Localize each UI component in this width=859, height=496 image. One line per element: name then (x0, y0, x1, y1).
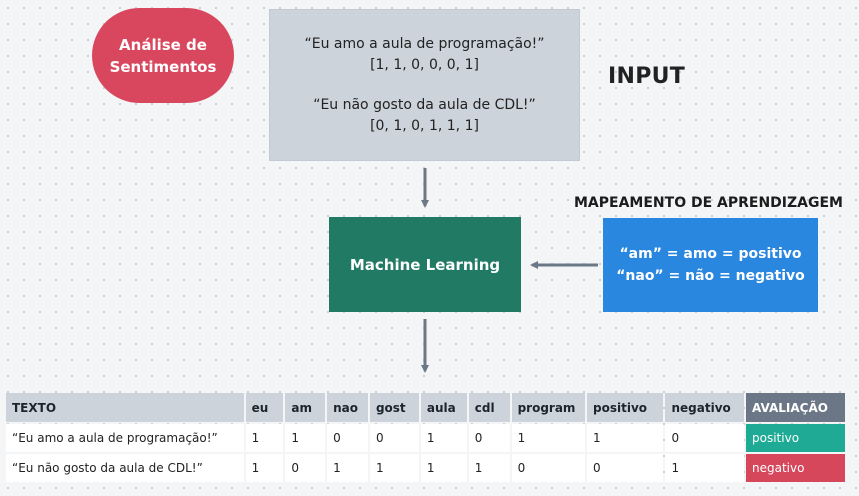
cell-eu: 1 (245, 424, 284, 452)
cell-gost: 1 (369, 454, 419, 482)
cell-am: 0 (285, 454, 326, 482)
header-positivo: positivo (587, 393, 664, 422)
input-sentence-2: “Eu não gosto da aula de CDL!” (313, 96, 536, 113)
mapping-title: MAPEAMENTO DE APRENDIZAGEM (574, 195, 843, 211)
header-texto: TEXTO (6, 393, 244, 422)
cell-cdl: 1 (468, 454, 510, 482)
cell-aula: 1 (420, 424, 467, 452)
cell-nao: 0 (327, 424, 368, 452)
input-examples-box: “Eu amo a aula de programação!” [1, 1, 0… (269, 9, 580, 161)
machine-learning-label: Machine Learning (349, 255, 501, 274)
cell-cdl: 0 (468, 424, 510, 452)
cell-positivo: 0 (587, 454, 664, 482)
table-row: “Eu não gosto da aula de CDL!” 1 0 1 1 1… (6, 454, 845, 482)
cell-aula: 1 (420, 454, 467, 482)
cell-texto: “Eu amo a aula de programação!” (6, 424, 244, 452)
header-program: program (511, 393, 585, 422)
header-cdl: cdl (468, 393, 510, 422)
cell-program: 1 (511, 424, 585, 452)
header-eu: eu (245, 393, 284, 422)
header-am: am (285, 393, 326, 422)
cell-avaliacao-positivo: positivo (746, 424, 845, 452)
mapping-line-2: “nao” = não = negativo (616, 268, 805, 284)
table-header-row: TEXTO eu am nao gost aula cdl program po… (6, 393, 845, 422)
cell-negativo: 0 (665, 424, 745, 452)
cell-negativo: 1 (665, 454, 745, 482)
header-aula: aula (420, 393, 467, 422)
cell-am: 1 (285, 424, 326, 452)
cell-nao: 1 (327, 454, 368, 482)
input-vector-2: [0, 1, 0, 1, 1, 1] (370, 117, 479, 134)
input-title: INPUT (608, 64, 686, 89)
cell-eu: 1 (245, 454, 284, 482)
mapping-line-1: “am” = amo = positivo (619, 246, 802, 262)
mapping-box: “am” = amo = positivo “nao” = não = nega… (603, 218, 818, 312)
header-nao: nao (327, 393, 368, 422)
cell-avaliacao-negativo: negativo (746, 454, 845, 482)
input-vector-1: [1, 1, 0, 0, 0, 1] (370, 56, 479, 73)
sentiment-analysis-badge: Análise de Sentimentos (92, 8, 234, 103)
header-gost: gost (369, 393, 419, 422)
input-sentence-1: “Eu amo a aula de programação!” (304, 35, 545, 52)
cell-program: 0 (511, 454, 585, 482)
cell-positivo: 1 (587, 424, 664, 452)
results-table: TEXTO eu am nao gost aula cdl program po… (4, 391, 847, 484)
header-avaliacao: AVALIAÇÃO (746, 393, 845, 422)
badge-line-2: Sentimentos (109, 57, 217, 76)
cell-texto: “Eu não gosto da aula de CDL!” (6, 454, 244, 482)
header-negativo: negativo (665, 393, 745, 422)
cell-gost: 0 (369, 424, 419, 452)
machine-learning-box: Machine Learning (329, 217, 521, 312)
table-row: “Eu amo a aula de programação!” 1 1 0 0 … (6, 424, 845, 452)
badge-line-1: Análise de (119, 35, 207, 54)
